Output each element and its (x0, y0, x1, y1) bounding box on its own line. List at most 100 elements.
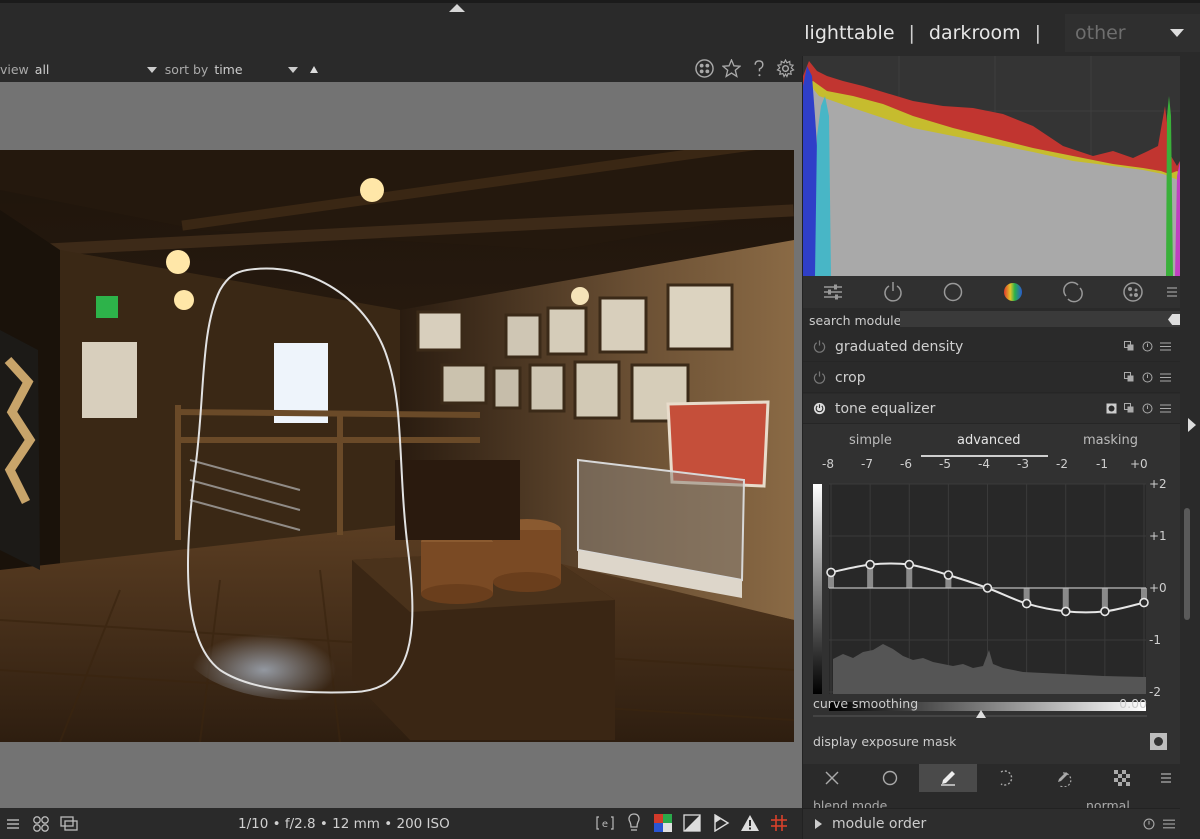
histogram[interactable] (803, 56, 1189, 276)
sort-order-icon[interactable] (310, 65, 319, 73)
multi-instance-icon[interactable] (1123, 371, 1135, 383)
reset-icon[interactable] (1141, 402, 1153, 414)
module-crop[interactable]: crop (803, 363, 1181, 393)
ev-label: -1 (1096, 457, 1108, 471)
view-switcher: lighttable | darkroom | other (804, 14, 1200, 52)
module-groups-menu-icon[interactable] (1163, 276, 1181, 308)
reset-icon[interactable] (1141, 371, 1153, 383)
reset-icon[interactable] (1143, 818, 1155, 834)
guides-icon[interactable] (768, 812, 790, 834)
view-filter-label: view (0, 61, 29, 77)
help-icon[interactable] (748, 58, 769, 79)
presets-menu-icon[interactable] (1159, 402, 1171, 414)
collapse-right-panel-arrow-icon[interactable] (1188, 418, 1196, 432)
second-window-icon[interactable] (58, 813, 80, 835)
softproof-icon[interactable] (652, 812, 674, 834)
module-order-label: module order (832, 816, 927, 832)
ev-label: -3 (1017, 457, 1029, 471)
tab-masking[interactable]: masking (1083, 433, 1138, 448)
effect-group-icon[interactable] (1103, 276, 1163, 308)
quick-access-panel-icon[interactable] (803, 276, 863, 308)
quick-access-icon[interactable] (2, 813, 24, 835)
slider-handle[interactable] (976, 710, 986, 718)
module-tone-equalizer[interactable]: tone equalizer (803, 394, 1181, 424)
curve-node[interactable] (904, 559, 915, 570)
other-views-dropdown[interactable]: other (1065, 14, 1200, 52)
curve-node[interactable] (1060, 606, 1071, 617)
raw-overexposed-icon[interactable]: e (594, 812, 616, 834)
module-graduated-density[interactable]: graduated density (803, 332, 1181, 362)
curve-smoothing-value: 0.00 (1119, 696, 1147, 711)
presets-menu-icon[interactable] (1159, 340, 1171, 352)
display-exposure-mask-row: display exposure mask (803, 730, 1181, 754)
chevron-down-icon (146, 66, 157, 73)
drawn-parametric-mask-icon[interactable] (1035, 764, 1093, 792)
bottom-left-toolbar (2, 813, 80, 835)
curve-node[interactable] (1100, 606, 1110, 617)
ev-axis-labels: -8 -7 -6 -5 -4 -3 -2 -1 +0 (803, 457, 1181, 473)
color-labels-icon[interactable] (694, 58, 715, 79)
collapse-top-panel-arrow-icon[interactable] (449, 4, 465, 12)
module-power-icon[interactable] (803, 402, 835, 415)
curve-node[interactable] (1139, 597, 1149, 608)
module-order-actions (1143, 818, 1175, 834)
sort-value: time (214, 61, 243, 77)
module-order-row[interactable]: module order (803, 808, 1181, 839)
chevron-down-icon (288, 66, 299, 73)
curve-smoothing-slider[interactable]: curve smoothing 0.00 (813, 696, 1151, 718)
search-module-input[interactable] (900, 311, 1187, 327)
warning-icon[interactable] (739, 812, 761, 834)
gear-icon[interactable] (775, 58, 796, 79)
curve-node[interactable] (1021, 598, 1032, 609)
module-actions (1105, 402, 1171, 414)
svg-text:e: e (602, 819, 608, 830)
scrollbar-thumb[interactable] (1184, 508, 1190, 620)
search-module-row: search module (803, 308, 1187, 332)
reset-icon[interactable] (1141, 340, 1153, 352)
uniform-blend-icon[interactable] (861, 764, 919, 792)
correct-group-icon[interactable] (1043, 276, 1103, 308)
styles-icon[interactable] (30, 813, 52, 835)
focus-peaking-icon[interactable] (710, 812, 732, 834)
curve-node[interactable] (982, 583, 993, 593)
multi-instance-icon[interactable] (1123, 402, 1135, 414)
tab-advanced[interactable]: advanced (957, 433, 1021, 448)
curve-smoothing-label: curve smoothing (813, 696, 919, 711)
active-modules-power-icon[interactable] (863, 276, 923, 308)
image-canvas-area[interactable] (0, 82, 802, 808)
view-lighttable[interactable]: lighttable (804, 22, 894, 44)
module-power-icon[interactable] (803, 371, 835, 384)
curve-node[interactable] (943, 570, 954, 580)
right-panel-scrollbar[interactable] (1180, 56, 1200, 839)
module-power-icon[interactable] (803, 340, 835, 353)
parametric-mask-icon[interactable] (977, 764, 1035, 792)
blend-menu-icon[interactable] (1151, 764, 1181, 792)
view-darkroom[interactable]: darkroom (929, 22, 1021, 44)
blend-off-icon[interactable] (803, 764, 861, 792)
ev-label: -8 (822, 457, 834, 471)
bottom-right-toolbar: e (594, 812, 790, 834)
tone-equalizer-graph[interactable]: +2+1+0-1-2 (803, 474, 1181, 714)
display-mask-label: display exposure mask (813, 734, 957, 749)
gamut-check-icon[interactable] (681, 812, 703, 834)
tone-equalizer-tabs: simple advanced masking (803, 430, 1181, 457)
mask-indicator-icon[interactable] (1105, 402, 1117, 414)
blend-mode-row[interactable]: blend mode normal (803, 792, 1181, 808)
curve-node[interactable] (865, 559, 875, 570)
view-filter-select[interactable]: all (35, 62, 161, 77)
presets-menu-icon[interactable] (1159, 371, 1171, 383)
display-mask-toggle[interactable] (1150, 733, 1167, 750)
multi-instance-icon[interactable] (1123, 340, 1135, 352)
color-group-icon[interactable] (983, 276, 1043, 308)
raster-mask-icon[interactable] (1093, 764, 1151, 792)
drawn-mask-icon[interactable] (919, 764, 977, 792)
curve-node[interactable] (826, 567, 836, 578)
ev-label: -7 (861, 457, 873, 471)
tab-simple[interactable]: simple (849, 433, 892, 448)
star-icon[interactable] (721, 58, 742, 79)
sort-select[interactable]: time (214, 62, 300, 77)
lightbulb-icon[interactable] (623, 812, 645, 834)
base-group-circle-icon[interactable] (923, 276, 983, 308)
photo-preview[interactable] (0, 150, 794, 742)
presets-menu-icon[interactable] (1163, 818, 1175, 834)
